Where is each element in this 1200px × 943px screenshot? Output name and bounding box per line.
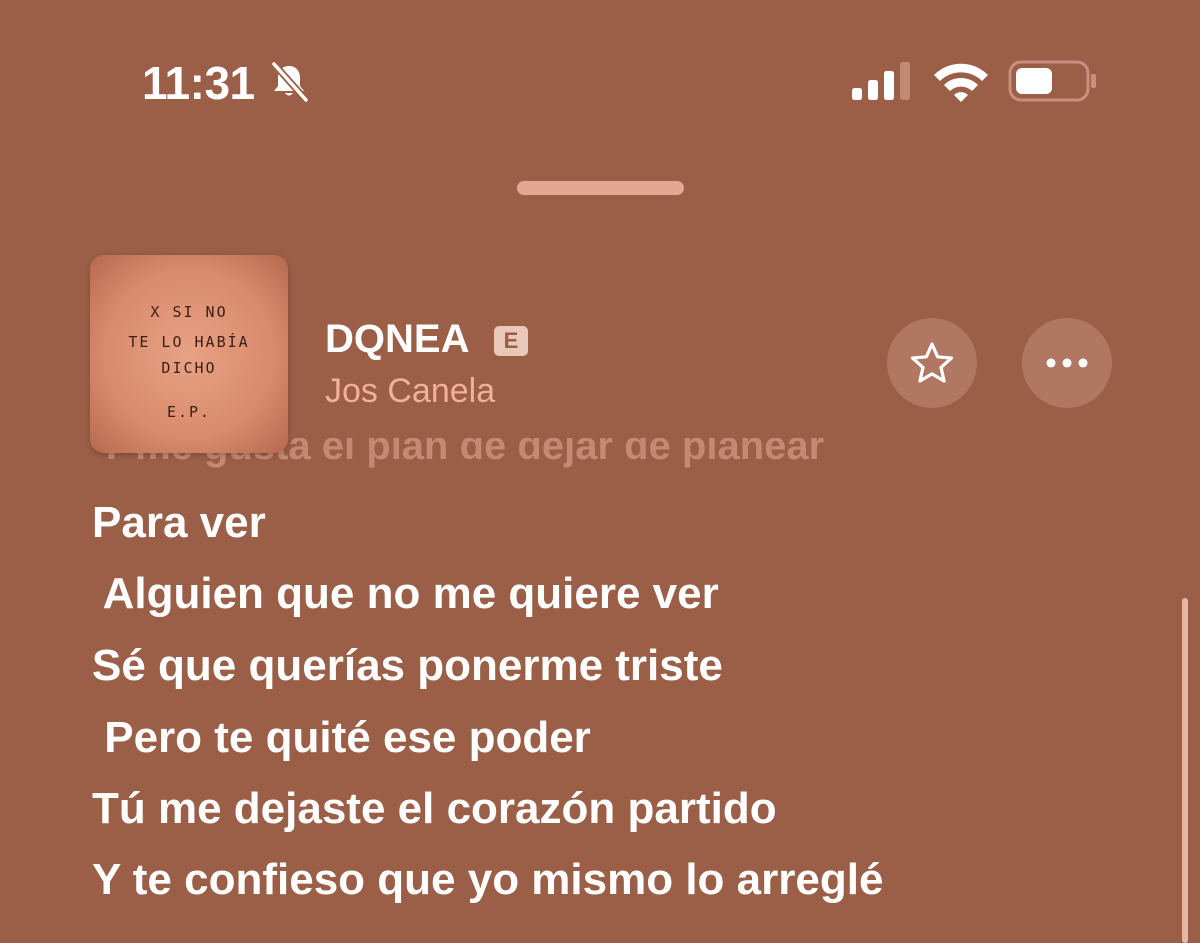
status-bar: 11:31 <box>0 0 1200 140</box>
wifi-icon <box>934 63 988 102</box>
lyric-line[interactable]: Para ver <box>92 498 266 548</box>
lyric-line[interactable]: Pero te quité ese poder <box>92 713 591 763</box>
album-art[interactable]: X SI NO TE LO HABÍA DICHO E.P. <box>90 255 288 453</box>
sheet-grabber[interactable] <box>517 181 684 195</box>
lyric-line[interactable]: Y te confieso que yo mismo lo arreglé <box>92 855 883 905</box>
more-options-button[interactable] <box>1022 318 1112 408</box>
status-time: 11:31 <box>142 57 255 109</box>
lyric-line[interactable]: Tú me dejaste el corazón partido <box>92 784 777 834</box>
lyric-line[interactable]: Alguien que no me quiere ver <box>92 569 719 619</box>
star-icon <box>910 342 954 383</box>
ellipsis-icon <box>1046 358 1088 368</box>
battery-icon <box>1008 60 1096 102</box>
explicit-badge: E <box>494 326 528 356</box>
lyric-line[interactable]: Sé que querías ponerme triste <box>92 641 723 691</box>
scroll-indicator[interactable] <box>1182 598 1188 943</box>
now-playing-header: X SI NO TE LO HABÍA DICHO E.P. DQNEA E J… <box>0 250 1200 460</box>
artist-name[interactable]: Jos Canela <box>325 372 495 411</box>
track-title: DQNEA <box>325 317 470 361</box>
album-art-text: X SI NO <box>150 303 228 321</box>
lyrics-view: Y me gusta el plan de dejar de planear P… <box>0 0 1200 943</box>
bell-slash-icon <box>271 61 309 102</box>
album-art-text: TE LO HABÍA <box>128 333 250 351</box>
favorite-button[interactable] <box>887 318 977 408</box>
cellular-signal-icon <box>852 62 910 100</box>
album-art-text: DICHO <box>161 359 217 377</box>
album-art-text: E.P. <box>166 403 212 421</box>
